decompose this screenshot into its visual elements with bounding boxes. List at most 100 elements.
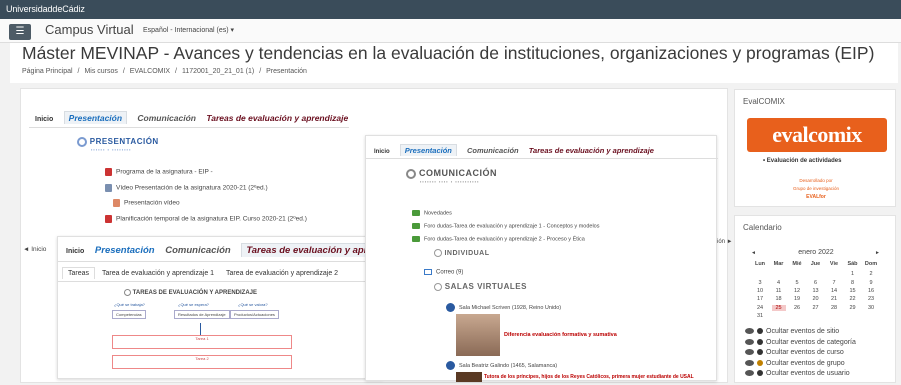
calendar-day[interactable]: 18 (772, 296, 786, 302)
calendar-day[interactable]: 27 (809, 305, 823, 311)
list-item[interactable]: Foro dudas-Tarea de evaluación y aprendi… (412, 223, 600, 229)
event-toggle-label[interactable]: Ocultar eventos de curso (766, 349, 844, 356)
calendar-day[interactable]: 29 (846, 305, 860, 311)
evalcomix-logo[interactable]: evalcomix (747, 118, 887, 152)
video-icon (105, 184, 112, 192)
scriven-photo (456, 314, 500, 356)
language-menu[interactable]: Español - Internacional (es) ▾ (143, 26, 234, 34)
calendar-event-toggle[interactable]: Ocultar eventos de grupo (745, 360, 845, 367)
tab-inicio[interactable]: Inicio (374, 149, 390, 155)
calendar-day[interactable]: 25 (771, 304, 786, 311)
eye-icon[interactable] (745, 328, 754, 335)
calendar-event-toggle[interactable]: Ocultar eventos de categoría (745, 339, 856, 346)
breadcrumb-course[interactable]: 1172001_20_21_01 (1) (182, 68, 254, 75)
diagram-task2-label: Tarea 2 (195, 356, 209, 361)
calendar-day[interactable]: 19 (790, 296, 804, 302)
item-label[interactable]: Presentación vídeo (124, 200, 180, 207)
eye-icon[interactable] (745, 349, 754, 356)
item-label[interactable]: Programa de la asignatura - EIP - (116, 169, 213, 176)
calendar-day[interactable]: 6 (809, 280, 823, 286)
event-toggle-label[interactable]: Ocultar eventos de usuario (766, 370, 850, 377)
nav-next-link[interactable]: ión ► (717, 239, 733, 245)
calendar-event-toggle[interactable]: Ocultar eventos de curso (745, 349, 844, 356)
sala-item[interactable]: Sala Michael Scriven (1928, Reino Unido) (446, 303, 561, 312)
sala-label[interactable]: Sala Beatriz Galindo (1465, Salamanca) (459, 363, 557, 369)
tab-presentacion[interactable]: Presentación (63, 111, 128, 124)
calendar-day[interactable]: 16 (864, 288, 878, 294)
pdf-icon (105, 215, 112, 223)
calendar-day[interactable]: 4 (772, 280, 786, 286)
calendar-day[interactable]: 5 (790, 280, 804, 286)
calendar-day[interactable]: 13 (809, 288, 823, 294)
sala-label[interactable]: Sala Michael Scriven (1928, Reino Unido) (459, 305, 561, 311)
calendar-day[interactable]: 1 (846, 271, 860, 277)
calendar-day[interactable]: 12 (790, 288, 804, 294)
list-item[interactable]: Vídeo Presentación de la asignatura 2020… (105, 184, 268, 192)
calendar-day[interactable]: 7 (827, 280, 841, 286)
item-label[interactable]: Planificación temporal de la asignatura … (116, 216, 307, 223)
nav-prev-link[interactable]: ◄ Inicio (23, 246, 46, 253)
calendar-day[interactable]: 14 (827, 288, 841, 294)
list-item[interactable]: Programa de la asignatura - EIP - (105, 168, 213, 176)
calendar-day[interactable]: 10 (753, 288, 767, 294)
breadcrumb-home[interactable]: Página Principal (22, 68, 73, 75)
tab-inicio[interactable]: Inicio (35, 116, 53, 123)
subtab-tarea-2[interactable]: Tarea de evaluación y aprendizaje 2 (221, 268, 343, 279)
calendar-day[interactable]: 3 (753, 280, 767, 286)
calendar-day[interactable]: 21 (827, 296, 841, 302)
calendar-event-toggle[interactable]: Ocultar eventos de usuario (745, 370, 850, 377)
eye-icon[interactable] (745, 370, 754, 377)
calendar-day[interactable]: 31 (753, 313, 767, 319)
tab-tareas[interactable]: Tareas de evaluación y aprendizaje (206, 113, 348, 123)
breadcrumb-evalcomix[interactable]: EVALCOMIX (130, 68, 170, 75)
tab-presentacion[interactable]: Presentación (95, 245, 155, 256)
list-item[interactable]: Presentación vídeo (113, 199, 180, 207)
calendar-day[interactable]: 20 (809, 296, 823, 302)
calendar-next-button[interactable]: ► (875, 250, 880, 256)
calendar-day[interactable]: 15 (846, 288, 860, 294)
tab-tareas[interactable]: Tareas de evaluación y aprendizaje (529, 146, 654, 155)
calendar-day[interactable]: 22 (846, 296, 860, 302)
tab-inicio[interactable]: Inicio (66, 248, 84, 255)
tab-comunicacion[interactable]: Comunicación (165, 245, 230, 256)
list-item[interactable]: Foro dudas-Tarea de evaluación y aprendi… (412, 236, 585, 242)
calendar-day[interactable]: 8 (846, 280, 860, 286)
section-tabs: Inicio Presentación Comunicación Tareas … (35, 111, 356, 124)
navbar: ☰ Campus Virtual Español - Internacional… (0, 19, 901, 43)
sala-item[interactable]: Sala Beatriz Galindo (1465, Salamanca) (446, 361, 557, 370)
calendar-day-header: Mié (792, 261, 802, 267)
breadcrumb-my-courses[interactable]: Mis cursos (84, 68, 117, 75)
calendar-day[interactable]: 23 (864, 296, 878, 302)
heading-emblem-icon (77, 137, 87, 147)
item-label[interactable]: Foro dudas-Tarea de evaluación y aprendi… (424, 236, 585, 242)
tab-comunicacion[interactable]: Comunicación (467, 146, 519, 155)
calendar-day[interactable]: 30 (864, 305, 878, 311)
item-label[interactable]: Novedades (424, 210, 452, 216)
tab-comunicacion[interactable]: Comunicación (137, 113, 196, 123)
mail-item[interactable]: Correo (9) (424, 269, 463, 276)
calendar-day[interactable]: 26 (790, 305, 804, 311)
tab-presentacion[interactable]: Presentación (399, 144, 457, 156)
item-label[interactable]: Vídeo Presentación de la asignatura 2020… (116, 185, 268, 192)
event-toggle-label[interactable]: Ocultar eventos de categoría (766, 339, 856, 346)
event-toggle-label[interactable]: Ocultar eventos de sitio (766, 328, 839, 335)
list-item[interactable]: Planificación temporal de la asignatura … (105, 215, 307, 223)
calendar-day[interactable]: 2 (864, 271, 878, 277)
subtab-tarea-1[interactable]: Tarea de evaluación y aprendizaje 1 (97, 268, 219, 279)
site-name[interactable]: Campus Virtual (45, 22, 134, 37)
eye-icon[interactable] (745, 359, 754, 366)
item-label[interactable]: Foro dudas-Tarea de evaluación y aprendi… (424, 223, 600, 229)
calendar-day[interactable]: 11 (772, 288, 786, 294)
event-toggle-label[interactable]: Ocultar eventos de grupo (766, 360, 845, 367)
list-item[interactable]: Novedades (412, 210, 452, 216)
calendar-day[interactable]: 9 (864, 280, 878, 286)
calendar-event-toggle[interactable]: Ocultar eventos de sitio (745, 328, 839, 335)
individual-heading: INDIVIDUAL (434, 249, 490, 257)
menu-toggle-button[interactable]: ☰ (9, 24, 31, 40)
eye-icon[interactable] (745, 338, 754, 345)
subtab-tareas[interactable]: Tareas (62, 267, 96, 279)
calendar-day[interactable]: 17 (753, 296, 767, 302)
calendar-day[interactable]: 28 (827, 305, 841, 311)
mail-label[interactable]: Correo (9) (436, 270, 463, 276)
calendar-day[interactable]: 24 (753, 305, 767, 311)
